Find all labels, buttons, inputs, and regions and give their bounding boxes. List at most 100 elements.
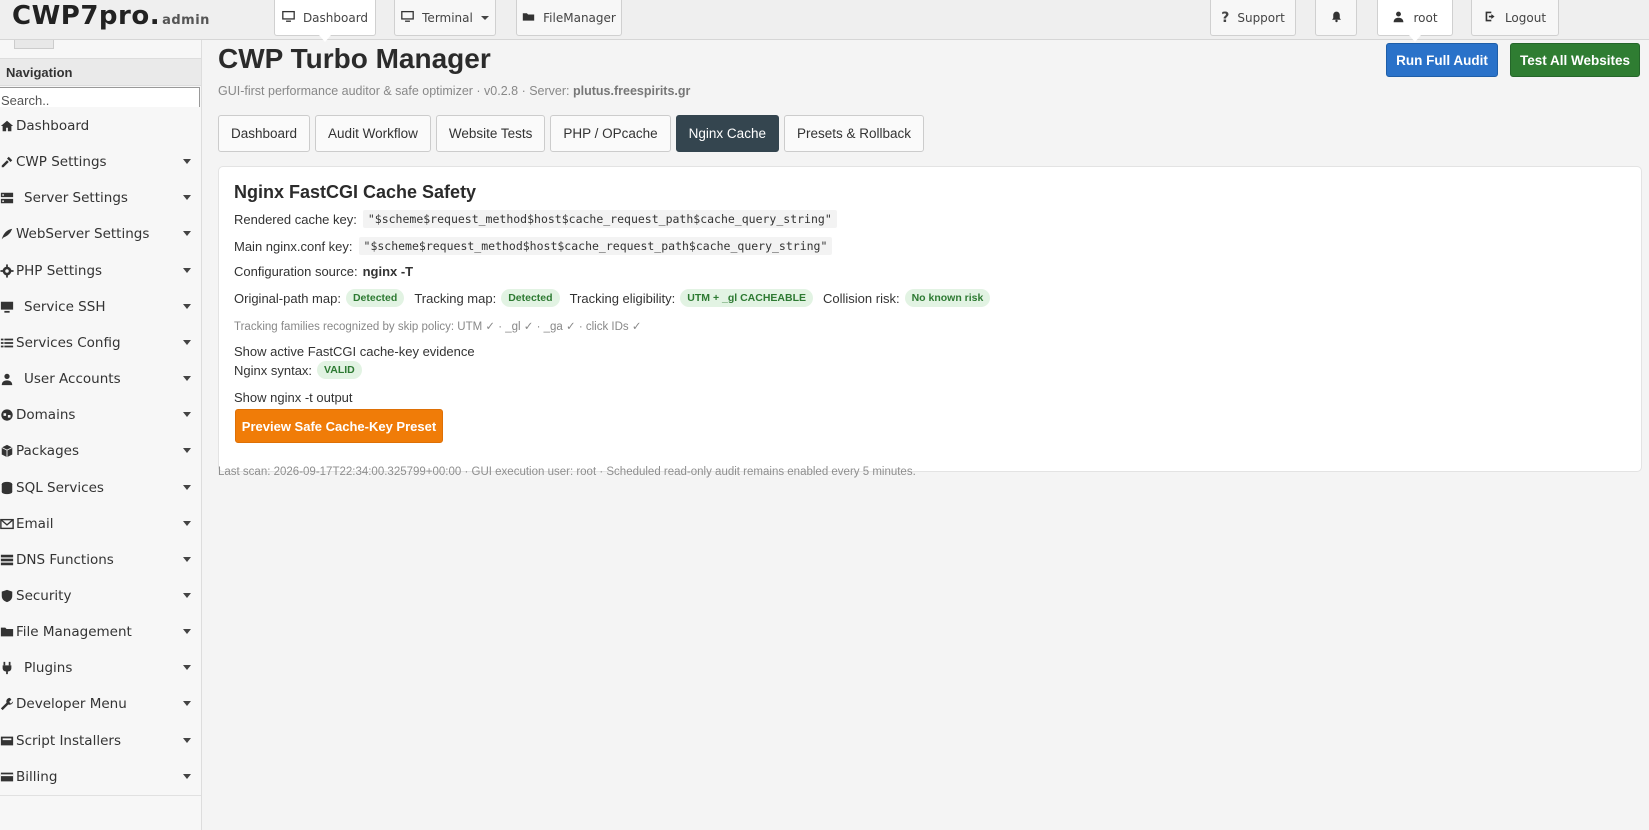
sidebar-item-user-accounts[interactable]: User Accounts [0,360,201,398]
envelope-icon [0,517,14,531]
sidebar-item-email[interactable]: Email [0,505,201,543]
chevron-down-icon [183,738,191,743]
chevron-down-icon [183,701,191,706]
sidebar-item-packages[interactable]: Packages [0,432,201,470]
sidebar-item-security[interactable]: Security [0,577,201,615]
sidebar-item-label: Packages [16,442,79,459]
terminal-icon [401,10,414,26]
database-icon [0,481,14,495]
globe-icon [0,408,14,422]
evidence-toggle[interactable]: Show active FastCGI cache-key evidence [234,344,475,359]
sidebar-item-cwp-settings[interactable]: CWP Settings [0,143,201,181]
logout-button[interactable]: Logout [1471,0,1559,36]
nginx-output-toggle[interactable]: Show nginx -t output [234,390,353,405]
user-icon [1392,10,1405,26]
tab-audit-workflow[interactable]: Audit Workflow [315,115,431,152]
config-source-label: Configuration source: [234,264,358,279]
chevron-down-icon [183,521,191,526]
main-nginx-key-value: "$scheme$request_method$host$cache_reque… [358,237,833,255]
brand-logo[interactable]: CWP7pro. admin [12,0,210,40]
card-title: Nginx FastCGI Cache Safety [234,182,477,202]
support-button[interactable]: ? Support [1210,0,1296,36]
gear-icon [0,263,14,278]
plug-icon [0,661,14,675]
sidebar-item-domains[interactable]: Domains [0,396,201,434]
chevron-down-icon [183,774,191,779]
logout-button-label: Logout [1504,10,1547,25]
chevron-down-icon [183,231,191,236]
original-path-badge: Detected [345,289,405,307]
tracking-map-badge: Detected [501,289,560,307]
sidebar-item-label: Security [16,587,72,604]
sidebar-item-file-management[interactable]: File Management [0,613,201,651]
server-hostname: plutus.freespirits.gr [573,84,691,98]
sidebar-item-label: Server Settings [24,189,128,206]
brand-text: CWP7pro. [12,1,161,31]
tab-presets-rollback[interactable]: Presets & Rollback [783,115,925,152]
sidebar-item-label: CWP Settings [16,153,107,170]
tab-nginx-cache[interactable]: Nginx Cache [675,115,779,152]
sidebar-item-label: WebServer Settings [16,225,150,242]
chevron-down-icon [183,629,191,634]
sidebar-item-dashboard[interactable]: Dashboard [0,107,201,145]
home-icon [0,119,14,133]
sidebar-item-service-ssh[interactable]: Service SSH [0,288,201,326]
sidebar-item-label: Service SSH [24,298,106,315]
list-icon [0,336,14,350]
sidebar-item-label: PHP Settings [16,262,103,279]
sidebar-item-sql-services[interactable]: SQL Services [0,469,201,507]
brand-suffix: admin [162,13,210,28]
preview-cache-key-preset-button[interactable]: Preview Safe Cache-Key Preset [235,409,443,443]
sidebar-item-billing[interactable]: Billing [0,758,201,796]
sidebar-item-php-settings[interactable]: PHP Settings [0,252,201,290]
run-full-audit-button[interactable]: Run Full Audit [1386,43,1498,77]
sidebar-item-webserver-settings[interactable]: WebServer Settings [0,215,201,253]
sidebar-item-label: Email [16,515,54,532]
sidebar-item-plugins[interactable]: Plugins [0,649,201,687]
user-name: root [1413,10,1438,25]
sidebar-item-label: Plugins [24,659,73,676]
feather-icon [0,227,14,241]
nginx-syntax-badge: VALID [317,361,362,379]
sidebar-item-developer-menu[interactable]: Developer Menu [0,685,201,723]
chevron-down-icon [183,485,191,490]
chevron-down-icon [480,15,489,20]
sidebar-item-label: Services Config [16,334,121,351]
sidebar-collapse-button[interactable] [14,40,54,49]
config-source-row: Configuration source: nginx -T [234,264,413,279]
sidebar-item-server-settings[interactable]: Server Settings [0,179,201,217]
tracking-eligibility-label: Tracking eligibility: [569,290,676,306]
test-all-websites-button[interactable]: Test All Websites [1510,43,1640,77]
sidebar-item-label: Dashboard [16,117,90,134]
tracking-map-label: Tracking map: [414,290,497,306]
rendered-cache-key-value: "$scheme$request_method$host$cache_reque… [362,210,837,228]
collision-risk-badge: No known risk [904,289,991,307]
logout-icon [1484,10,1497,26]
chevron-down-icon [183,557,191,562]
tools-icon [0,155,14,169]
sidebar-item-label: DNS Functions [16,551,114,568]
folder-icon [0,625,14,639]
tab-website-tests[interactable]: Website Tests [435,115,546,152]
filemanager-button[interactable]: FileManager [516,0,622,36]
sidebar-item-label: Script Installers [16,732,121,749]
tab-bar: Dashboard Audit Workflow Website Tests P… [218,115,925,152]
nginx-cache-card: Nginx FastCGI Cache Safety Rendered cach… [218,166,1642,472]
notifications-button[interactable] [1315,0,1357,36]
sidebar-item-dns-functions[interactable]: DNS Functions [0,541,201,579]
monitor-icon [0,300,14,314]
original-path-label: Original-path map: [234,290,341,306]
sidebar-item-services-config[interactable]: Services Config [0,324,201,362]
sidebar-item-script-installers[interactable]: Script Installers [0,722,201,760]
shield-icon [0,589,14,603]
tab-dashboard[interactable]: Dashboard [218,115,311,152]
sidebar-item-label: Developer Menu [16,695,127,712]
folder-icon [522,10,535,26]
user-menu-button[interactable]: root [1377,0,1453,42]
dashboard-button[interactable]: Dashboard [274,0,376,42]
rendered-cache-key-label: Rendered cache key: [234,211,357,227]
collision-risk-label: Collision risk: [823,290,900,306]
tab-php-opcache[interactable]: PHP / OPcache [550,115,671,152]
terminal-button[interactable]: Terminal [394,0,496,36]
server-icon [0,191,14,205]
